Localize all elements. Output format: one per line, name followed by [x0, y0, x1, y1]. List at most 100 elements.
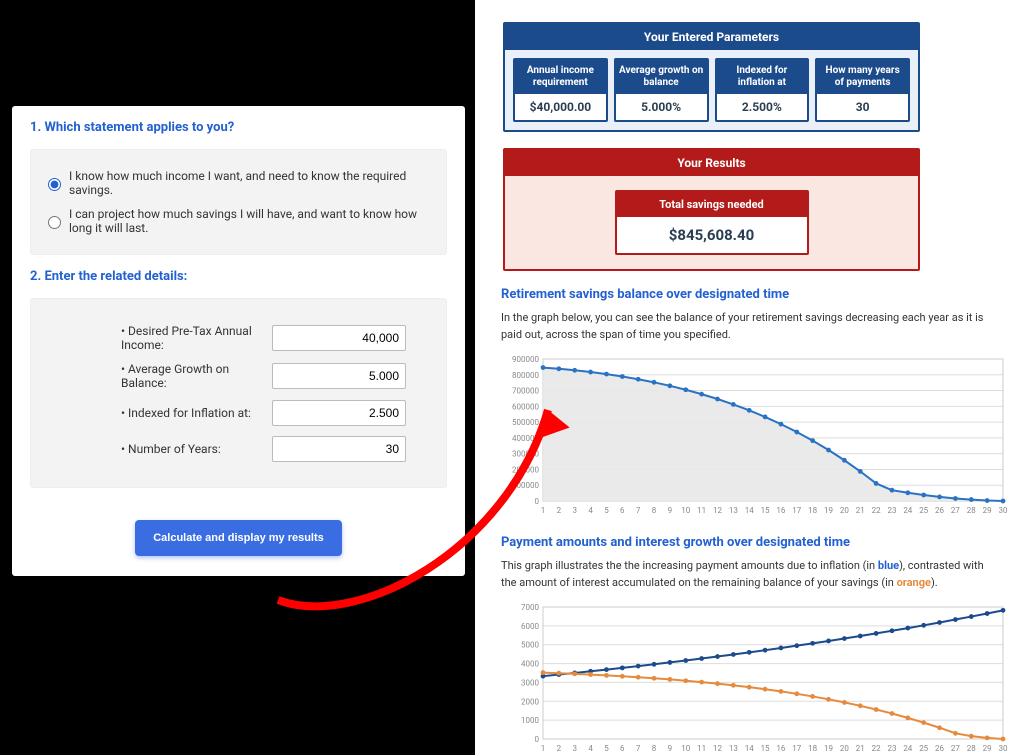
svg-text:14: 14	[745, 506, 754, 515]
param-value: 5.000%	[616, 94, 707, 120]
payments-desc-blue: blue	[878, 559, 899, 572]
field-row-growth: • Average Growth on Balance:	[121, 357, 406, 395]
svg-text:7: 7	[636, 744, 641, 753]
svg-text:22: 22	[872, 744, 881, 753]
payments-desc-post: ).	[931, 576, 938, 589]
param-value: 30	[817, 94, 908, 120]
question-1-options: I know how much income I want, and need …	[30, 149, 447, 255]
svg-text:4: 4	[588, 506, 593, 515]
svg-text:27: 27	[951, 506, 960, 515]
param-value: 2.500%	[717, 94, 808, 120]
details-input-box: • Desired Pre-Tax Annual Income: • Avera…	[30, 298, 447, 488]
payments-chart-title: Payment amounts and interest growth over…	[501, 535, 998, 550]
svg-text:16: 16	[776, 506, 785, 515]
radio-know-income-input[interactable]	[48, 178, 61, 191]
svg-text:17: 17	[792, 744, 801, 753]
svg-text:18: 18	[808, 744, 817, 753]
svg-text:900000: 900000	[512, 355, 539, 364]
svg-text:2000: 2000	[521, 697, 539, 706]
payments-desc-orange: orange	[897, 576, 931, 589]
radio-project-savings-input[interactable]	[48, 216, 61, 229]
inflation-input[interactable]	[272, 400, 406, 426]
svg-text:6000: 6000	[521, 622, 539, 631]
years-input[interactable]	[272, 436, 406, 462]
inflation-label: • Indexed for Inflation at:	[121, 406, 251, 420]
svg-text:700000: 700000	[512, 387, 539, 396]
svg-text:13: 13	[729, 506, 738, 515]
svg-text:20: 20	[840, 744, 849, 753]
svg-text:3: 3	[572, 744, 577, 753]
svg-text:15: 15	[761, 506, 770, 515]
param-label: Indexed for inflation at	[717, 60, 808, 94]
svg-text:7: 7	[636, 506, 641, 515]
svg-text:3000: 3000	[521, 678, 539, 687]
calculate-button[interactable]: Calculate and display my results	[135, 520, 342, 556]
svg-text:300000: 300000	[512, 450, 539, 459]
svg-text:27: 27	[951, 744, 960, 753]
svg-text:10: 10	[681, 506, 690, 515]
svg-text:3: 3	[572, 506, 577, 515]
payments-desc-pre: This graph illustrates the the increasin…	[501, 559, 878, 572]
svg-text:17: 17	[792, 506, 801, 515]
svg-text:5000: 5000	[521, 641, 539, 650]
total-savings-value: $845,608.40	[617, 217, 807, 253]
svg-text:9: 9	[668, 744, 673, 753]
param-label: Annual income requirement	[515, 60, 606, 94]
svg-text:800000: 800000	[512, 371, 539, 380]
total-savings-box: Total savings needed $845,608.40	[615, 190, 809, 255]
income-label: • Desired Pre-Tax Annual Income:	[121, 324, 272, 352]
svg-text:0: 0	[535, 497, 540, 506]
param-value: $40,000.00	[515, 94, 606, 120]
radio-know-income-label: I know how much income I want, and need …	[69, 169, 434, 197]
svg-text:13: 13	[729, 744, 738, 753]
growth-label: • Average Growth on Balance:	[121, 362, 272, 390]
svg-text:12: 12	[713, 506, 722, 515]
svg-text:5: 5	[604, 744, 609, 753]
growth-input[interactable]	[272, 363, 406, 389]
svg-text:2: 2	[557, 744, 562, 753]
svg-text:15: 15	[761, 744, 770, 753]
svg-text:1: 1	[541, 506, 546, 515]
svg-text:29: 29	[983, 506, 992, 515]
svg-text:30: 30	[999, 744, 1008, 753]
svg-text:14: 14	[745, 744, 754, 753]
svg-text:8: 8	[652, 506, 657, 515]
income-input[interactable]	[272, 325, 406, 351]
svg-text:26: 26	[935, 506, 944, 515]
svg-text:8: 8	[652, 744, 657, 753]
svg-text:200000: 200000	[512, 465, 539, 474]
svg-text:400000: 400000	[512, 434, 539, 443]
radio-option-project-savings[interactable]: I can project how much savings I will ha…	[43, 202, 434, 240]
svg-text:23: 23	[887, 744, 896, 753]
svg-text:600000: 600000	[512, 402, 539, 411]
param-label: How many years of payments	[817, 60, 908, 94]
balance-chart-desc: In the graph below, you can see the bala…	[501, 310, 998, 343]
svg-text:28: 28	[967, 506, 976, 515]
input-form-card: 1. Which statement applies to you? I kno…	[12, 106, 465, 576]
svg-text:2: 2	[557, 506, 562, 515]
payments-chart: 0100020003000400050006000700012345678910…	[497, 599, 1017, 755]
svg-text:29: 29	[983, 744, 992, 753]
svg-text:24: 24	[903, 506, 912, 515]
balance-chart: 0100000200000300000400000500000600000700…	[497, 351, 1017, 521]
radio-option-know-income[interactable]: I know how much income I want, and need …	[43, 164, 434, 202]
svg-text:6: 6	[620, 744, 625, 753]
years-label: • Number of Years:	[121, 442, 221, 456]
svg-text:20: 20	[840, 506, 849, 515]
svg-text:4: 4	[588, 744, 593, 753]
radio-project-savings-label: I can project how much savings I will ha…	[69, 207, 434, 235]
svg-text:1000: 1000	[521, 716, 539, 725]
svg-text:11: 11	[697, 506, 706, 515]
svg-text:22: 22	[872, 506, 881, 515]
svg-text:28: 28	[967, 744, 976, 753]
svg-text:30: 30	[999, 506, 1008, 515]
svg-text:19: 19	[824, 506, 833, 515]
entered-parameters-panel: Your Entered Parameters Annual income re…	[503, 22, 920, 132]
svg-text:6: 6	[620, 506, 625, 515]
svg-text:18: 18	[808, 506, 817, 515]
parameters-panel-title: Your Entered Parameters	[505, 24, 918, 50]
svg-text:4000: 4000	[521, 660, 539, 669]
svg-text:11: 11	[697, 744, 706, 753]
svg-text:25: 25	[919, 506, 928, 515]
svg-text:26: 26	[935, 744, 944, 753]
